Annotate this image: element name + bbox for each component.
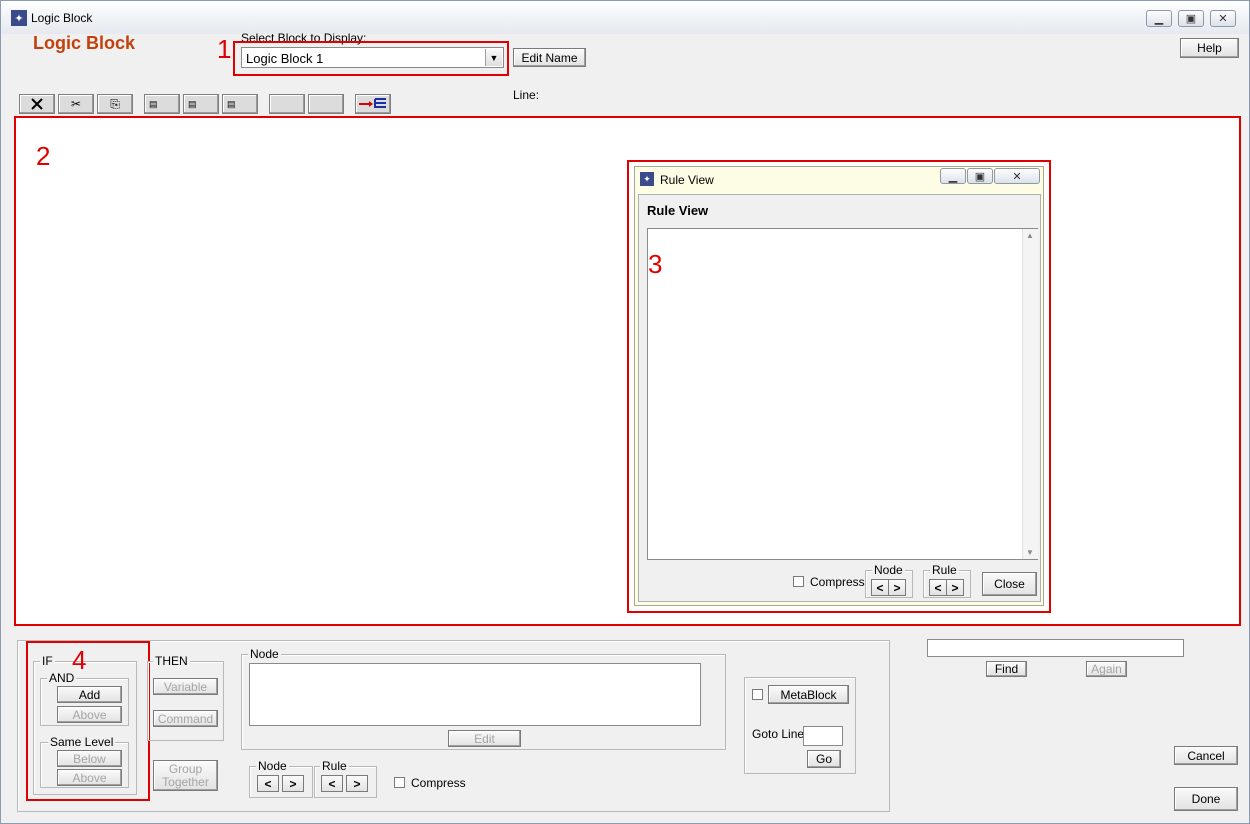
minimize-button[interactable]: ▁ xyxy=(1146,10,1172,27)
annotation-box-3 xyxy=(627,160,1051,613)
done-button[interactable]: Done xyxy=(1174,787,1238,811)
annotation-number-2: 2 xyxy=(36,141,51,171)
find-button[interactable]: Find xyxy=(986,661,1027,677)
block-select-value: Logic Block 1 xyxy=(246,51,324,66)
annotation-box-4 xyxy=(26,641,150,801)
close-window-button[interactable]: ✕ xyxy=(1210,10,1236,27)
close-icon: ✕ xyxy=(1218,13,1228,25)
line-label: Line: xyxy=(513,88,540,102)
tree-expand-icon[interactable] xyxy=(355,94,391,114)
maximize-icon: ▣ xyxy=(1185,13,1197,25)
title-bar xyxy=(0,0,1250,34)
cut-icon[interactable]: ✂ xyxy=(58,94,94,114)
node-next-button[interactable]: > xyxy=(282,775,304,792)
goto-line-label: Goto Line: xyxy=(752,727,808,741)
node-label: Node xyxy=(248,647,281,661)
node-icon-3[interactable]: ▤ xyxy=(222,94,258,114)
edit-name-button[interactable]: Edit Name xyxy=(513,48,586,67)
again-button[interactable]: Again xyxy=(1086,661,1127,677)
edit-node-button[interactable]: Edit xyxy=(448,730,521,747)
node-prev-button[interactable]: < xyxy=(257,775,279,792)
group-together-button[interactable]: Group Together xyxy=(153,760,218,791)
command-button[interactable]: Command xyxy=(153,710,218,727)
goto-line-input[interactable] xyxy=(803,726,843,746)
annotation-number-1: 1 xyxy=(217,34,232,64)
annotation-number-4: 4 xyxy=(72,645,87,675)
blank-button-1[interactable] xyxy=(269,94,305,114)
block-select[interactable]: Logic Block 1 ▼ xyxy=(241,47,504,68)
window-title: Logic Block xyxy=(31,11,93,25)
node-nav-label: Node xyxy=(256,759,289,773)
delete-icon[interactable] xyxy=(19,94,55,114)
page-title: Logic Block xyxy=(33,33,136,53)
minimize-icon: ▁ xyxy=(1154,13,1164,25)
node-icon-1[interactable]: ▤ xyxy=(144,94,180,114)
find-input[interactable] xyxy=(927,639,1184,657)
rule-prev-button[interactable]: < xyxy=(321,775,343,792)
then-group xyxy=(147,661,224,741)
cancel-button[interactable]: Cancel xyxy=(1174,746,1238,765)
rule-nav-label: Rule xyxy=(320,759,349,773)
metablock-checkbox[interactable] xyxy=(752,689,763,700)
then-label: THEN xyxy=(153,654,190,668)
maximize-button[interactable]: ▣ xyxy=(1178,10,1204,27)
rule-next-button[interactable]: > xyxy=(346,775,368,792)
variable-button[interactable]: Variable xyxy=(153,678,218,695)
chevron-down-icon[interactable]: ▼ xyxy=(485,49,502,66)
help-button[interactable]: Help xyxy=(1180,38,1239,58)
copy-icon[interactable]: ⎘ xyxy=(97,94,133,114)
compress-label: Compress xyxy=(411,776,466,790)
go-button[interactable]: Go xyxy=(807,750,841,768)
blank-button-2[interactable] xyxy=(308,94,344,114)
node-text-area[interactable] xyxy=(249,663,701,726)
app-icon: ✦ xyxy=(11,10,27,26)
node-icon-2[interactable]: ▤ xyxy=(183,94,219,114)
compress-checkbox[interactable] xyxy=(394,777,405,788)
metablock-button[interactable]: MetaBlock xyxy=(768,685,849,704)
group-together-line1: Group xyxy=(168,761,203,776)
group-together-line2: Together xyxy=(162,774,209,789)
